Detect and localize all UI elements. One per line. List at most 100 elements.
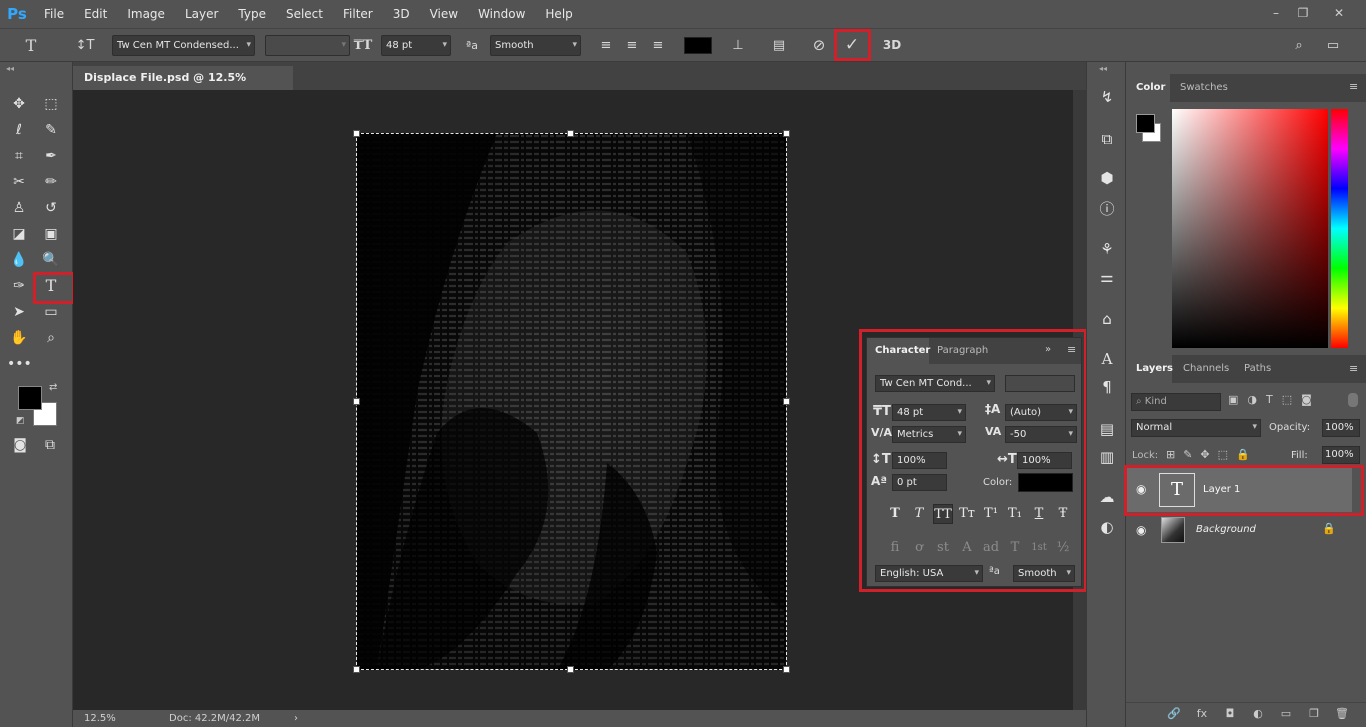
color-field[interactable] [1172, 109, 1328, 348]
align-right-icon[interactable]: ≡ [649, 35, 667, 56]
properties-panel-icon[interactable]: ▤ [1095, 418, 1119, 440]
foreground-color-swatch[interactable] [18, 386, 42, 410]
menu-filter[interactable]: Filter [333, 0, 383, 28]
document-tab[interactable]: Displace File.psd @ 12.5% (RGB/8) * × [73, 66, 293, 108]
font-style-button[interactable]: Tт [957, 504, 977, 524]
tab-paths[interactable]: Paths [1244, 355, 1271, 383]
restore-button[interactable]: ❐ [1290, 3, 1316, 23]
expand-icon[interactable]: » [1045, 344, 1051, 355]
history-brush-tool-icon[interactable]: ↺ [39, 197, 63, 219]
font-family-select[interactable]: Tw Cen MT Condensed... ▾ [112, 35, 255, 56]
status-menu-arrow[interactable]: › [294, 710, 298, 727]
minimize-button[interactable]: – [1263, 3, 1289, 23]
font-style-button[interactable]: T [1029, 504, 1049, 524]
paragraph-panel-icon[interactable]: ¶ [1095, 376, 1119, 398]
visibility-eye-icon[interactable]: ◉ [1136, 482, 1146, 496]
bbox-handle[interactable] [353, 398, 360, 405]
opentype-button[interactable]: ad [981, 538, 1001, 558]
type-tool-preset-icon[interactable]: T [20, 35, 42, 56]
collapse-icon[interactable]: ◂◂ [1099, 64, 1107, 73]
fill-field[interactable]: 100% [1322, 446, 1360, 464]
dodge-tool-icon[interactable]: 🔍 [39, 249, 63, 271]
cp-kerning-select[interactable]: Metrics ▾ [892, 426, 966, 443]
bbox-handle[interactable] [783, 130, 790, 137]
layers-footer-icon[interactable]: ◐ [1248, 707, 1268, 720]
brush-tool-icon[interactable]: ✏ [39, 171, 63, 193]
notes-panel-icon[interactable]: ▥ [1095, 446, 1119, 468]
cp-baseline-field[interactable]: 0 pt [892, 474, 947, 491]
menu-image[interactable]: Image [117, 0, 175, 28]
bbox-handle[interactable] [353, 666, 360, 673]
visibility-eye-icon[interactable]: ◉ [1136, 523, 1146, 537]
tab-character[interactable]: Character [867, 338, 930, 364]
tool-presets-panel-icon[interactable]: ⌂ [1095, 308, 1119, 330]
font-style-button[interactable]: T¹ [981, 504, 1001, 524]
crop-tool-icon[interactable]: ⌗ [7, 145, 31, 167]
tab-swatches[interactable]: Swatches [1180, 74, 1228, 102]
align-center-icon[interactable]: ≡ [623, 35, 641, 56]
hue-slider[interactable] [1331, 109, 1348, 348]
opentype-button[interactable]: fi [885, 538, 905, 558]
cp-tracking-field[interactable]: -50 ▾ [1005, 426, 1077, 443]
warp-text-icon[interactable]: ⊥ [727, 35, 749, 56]
opentype-button[interactable]: st [933, 538, 953, 558]
rectangle-tool-icon[interactable]: ▭ [39, 301, 63, 323]
opentype-button[interactable]: ơ [909, 538, 929, 558]
layers-footer-icon[interactable]: 🗑 [1332, 707, 1352, 720]
libraries-panel-icon[interactable]: ☁ [1095, 486, 1119, 508]
layer-filter-icons[interactable]: ▣◑T⬚◙ [1228, 393, 1321, 406]
menu-edit[interactable]: Edit [74, 0, 117, 28]
healing-tool-icon[interactable]: ✂ [7, 171, 31, 193]
blur-tool-icon[interactable]: 💧 [7, 249, 31, 271]
clone-stamp-tool-icon[interactable]: ♙ [7, 197, 31, 219]
close-window-button[interactable]: ✕ [1326, 3, 1352, 23]
tab-channels[interactable]: Channels [1183, 355, 1229, 383]
layers-panel-menu-icon[interactable]: ≡ [1349, 362, 1358, 375]
workspace-icon[interactable]: ▭ [1322, 35, 1344, 56]
opacity-field[interactable]: 100% [1322, 419, 1360, 437]
menu-3d[interactable]: 3D [383, 0, 420, 28]
lock-icons[interactable]: ⊞✎✥⬚🔒 [1166, 448, 1258, 461]
cp-font-style-select[interactable] [1005, 375, 1075, 392]
layers-footer-icon[interactable]: 🔗 [1164, 707, 1184, 720]
layers-footer-icon[interactable]: ❐ [1304, 707, 1324, 720]
cp-vertical-scale-field[interactable]: 100% [892, 452, 947, 469]
bbox-handle[interactable] [567, 666, 574, 673]
bbox-handle[interactable] [353, 130, 360, 137]
menu-type[interactable]: Type [228, 0, 276, 28]
cp-font-size-field[interactable]: 48 pt ▾ [892, 404, 966, 421]
default-colors-icon[interactable]: ◩ [16, 416, 25, 426]
marquee-tool-icon[interactable]: ⬚ [39, 93, 63, 115]
eraser-tool-icon[interactable]: ◪ [7, 223, 31, 245]
history-panel-icon[interactable]: ↯ [1095, 86, 1119, 108]
layer-name[interactable]: Background [1196, 524, 1256, 535]
cp-leading-field[interactable]: (Auto) ▾ [1005, 404, 1077, 421]
font-style-button[interactable]: T [909, 504, 929, 524]
layer-filter-kind[interactable]: ⌕ Kind [1131, 393, 1221, 411]
text-bounding-box[interactable] [356, 133, 787, 670]
lasso-tool-icon[interactable]: ℓ [7, 119, 31, 141]
character-panel-icon[interactable]: A [1095, 348, 1119, 370]
styles-panel-icon[interactable]: ◐ [1095, 516, 1119, 538]
search-icon[interactable]: ⌕ [1288, 35, 1310, 56]
font-style-button[interactable]: T₁ [1005, 504, 1025, 524]
cp-horizontal-scale-field[interactable]: 100% [1017, 452, 1072, 469]
menu-view[interactable]: View [420, 0, 468, 28]
cp-language-select[interactable]: English: USA ▾ [875, 565, 983, 582]
opentype-button[interactable]: ½ [1053, 538, 1073, 558]
font-style-button[interactable]: Ŧ [1053, 504, 1073, 524]
layers-footer-icon[interactable]: fx [1192, 707, 1212, 720]
layer-row-layer-1[interactable]: ◉ T Layer 1 [1126, 468, 1352, 512]
menu-window[interactable]: Window [468, 0, 535, 28]
panel-menu-icon[interactable]: ≡ [1067, 343, 1076, 356]
blend-mode-select[interactable]: Normal ▾ [1131, 419, 1261, 437]
font-style-button[interactable]: TT [933, 504, 953, 524]
align-left-icon[interactable]: ≡ [597, 35, 615, 56]
pen-tool-icon[interactable]: ✑ [7, 275, 31, 297]
cp-text-color-swatch[interactable] [1018, 473, 1073, 492]
menu-file[interactable]: File [34, 0, 74, 28]
3d-panel-icon[interactable]: ⬢ [1095, 167, 1119, 189]
brush-panel-icon[interactable]: ⚘ [1095, 238, 1119, 260]
text-orientation-icon[interactable]: ↕T [74, 35, 96, 56]
cancel-edits-icon[interactable]: ⊘ [808, 35, 830, 56]
